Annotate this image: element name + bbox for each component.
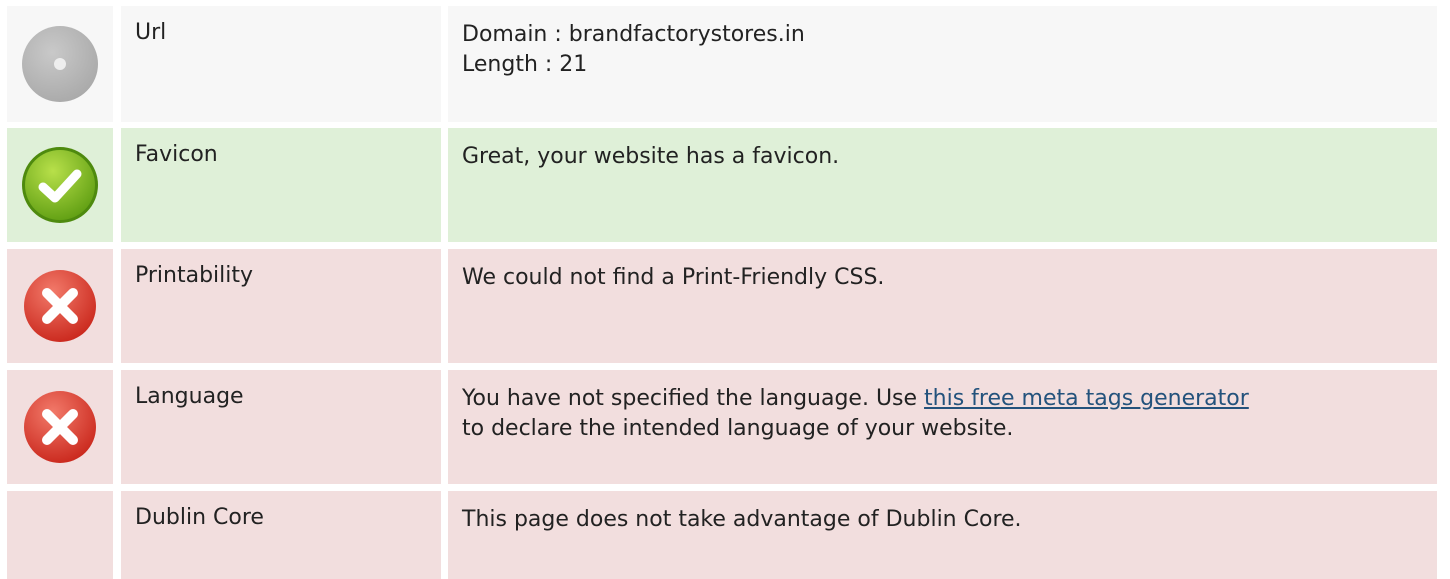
row-label-text: Favicon: [135, 142, 218, 167]
row-label: Language: [121, 370, 441, 484]
status-cell: [7, 491, 113, 579]
row-label: Favicon: [121, 128, 441, 242]
status-cell: [7, 128, 113, 242]
language-message-line2: to declare the intended language of your…: [462, 416, 1014, 441]
row-label: Printability: [121, 249, 441, 363]
favicon-message: Great, your website has a favicon.: [462, 144, 840, 169]
neutral-dot-icon: [21, 25, 99, 103]
language-message-text: You have not specified the language. Use: [462, 386, 925, 411]
dublin-core-message: This page does not take advantage of Dub…: [462, 507, 1022, 532]
report-row-dublin-core: Dublin Core This page does not take adva…: [7, 491, 1437, 579]
length-value: Length : 21: [462, 52, 588, 77]
row-label-text: Url: [135, 20, 167, 45]
domain-value: Domain : brandfactorystores.in: [462, 22, 805, 47]
report-row-printability: Printability We could not find a Print-F…: [7, 249, 1437, 363]
report-row-url: Url Domain : brandfactorystores.in Lengt…: [7, 6, 1437, 122]
row-value: Great, your website has a favicon.: [448, 128, 1437, 242]
row-label: Url: [121, 6, 441, 122]
seo-report-table: Url Domain : brandfactorystores.in Lengt…: [0, 0, 1450, 579]
meta-tags-generator-link[interactable]: this free meta tags generator: [924, 386, 1249, 411]
status-cell: [7, 6, 113, 122]
row-label-text: Dublin Core: [135, 505, 264, 530]
error-x-icon: [21, 388, 99, 466]
row-value: We could not find a Print-Friendly CSS.: [448, 249, 1437, 363]
row-label-text: Language: [135, 384, 244, 409]
language-message-line1: You have not specified the language. Use…: [462, 384, 1437, 414]
report-row-favicon: Favicon Great, your website has a favico…: [7, 128, 1437, 242]
row-label: Dublin Core: [121, 491, 441, 579]
row-value: This page does not take advantage of Dub…: [448, 491, 1437, 579]
row-label-text: Printability: [135, 263, 254, 288]
error-x-icon: [21, 267, 99, 345]
printability-message: We could not find a Print-Friendly CSS.: [462, 265, 885, 290]
status-cell: [7, 370, 113, 484]
status-cell: [7, 249, 113, 363]
check-icon: [21, 146, 99, 224]
row-value: Domain : brandfactorystores.in Length : …: [448, 6, 1437, 122]
row-value: You have not specified the language. Use…: [448, 370, 1437, 484]
report-row-language: Language You have not specified the lang…: [7, 370, 1437, 484]
